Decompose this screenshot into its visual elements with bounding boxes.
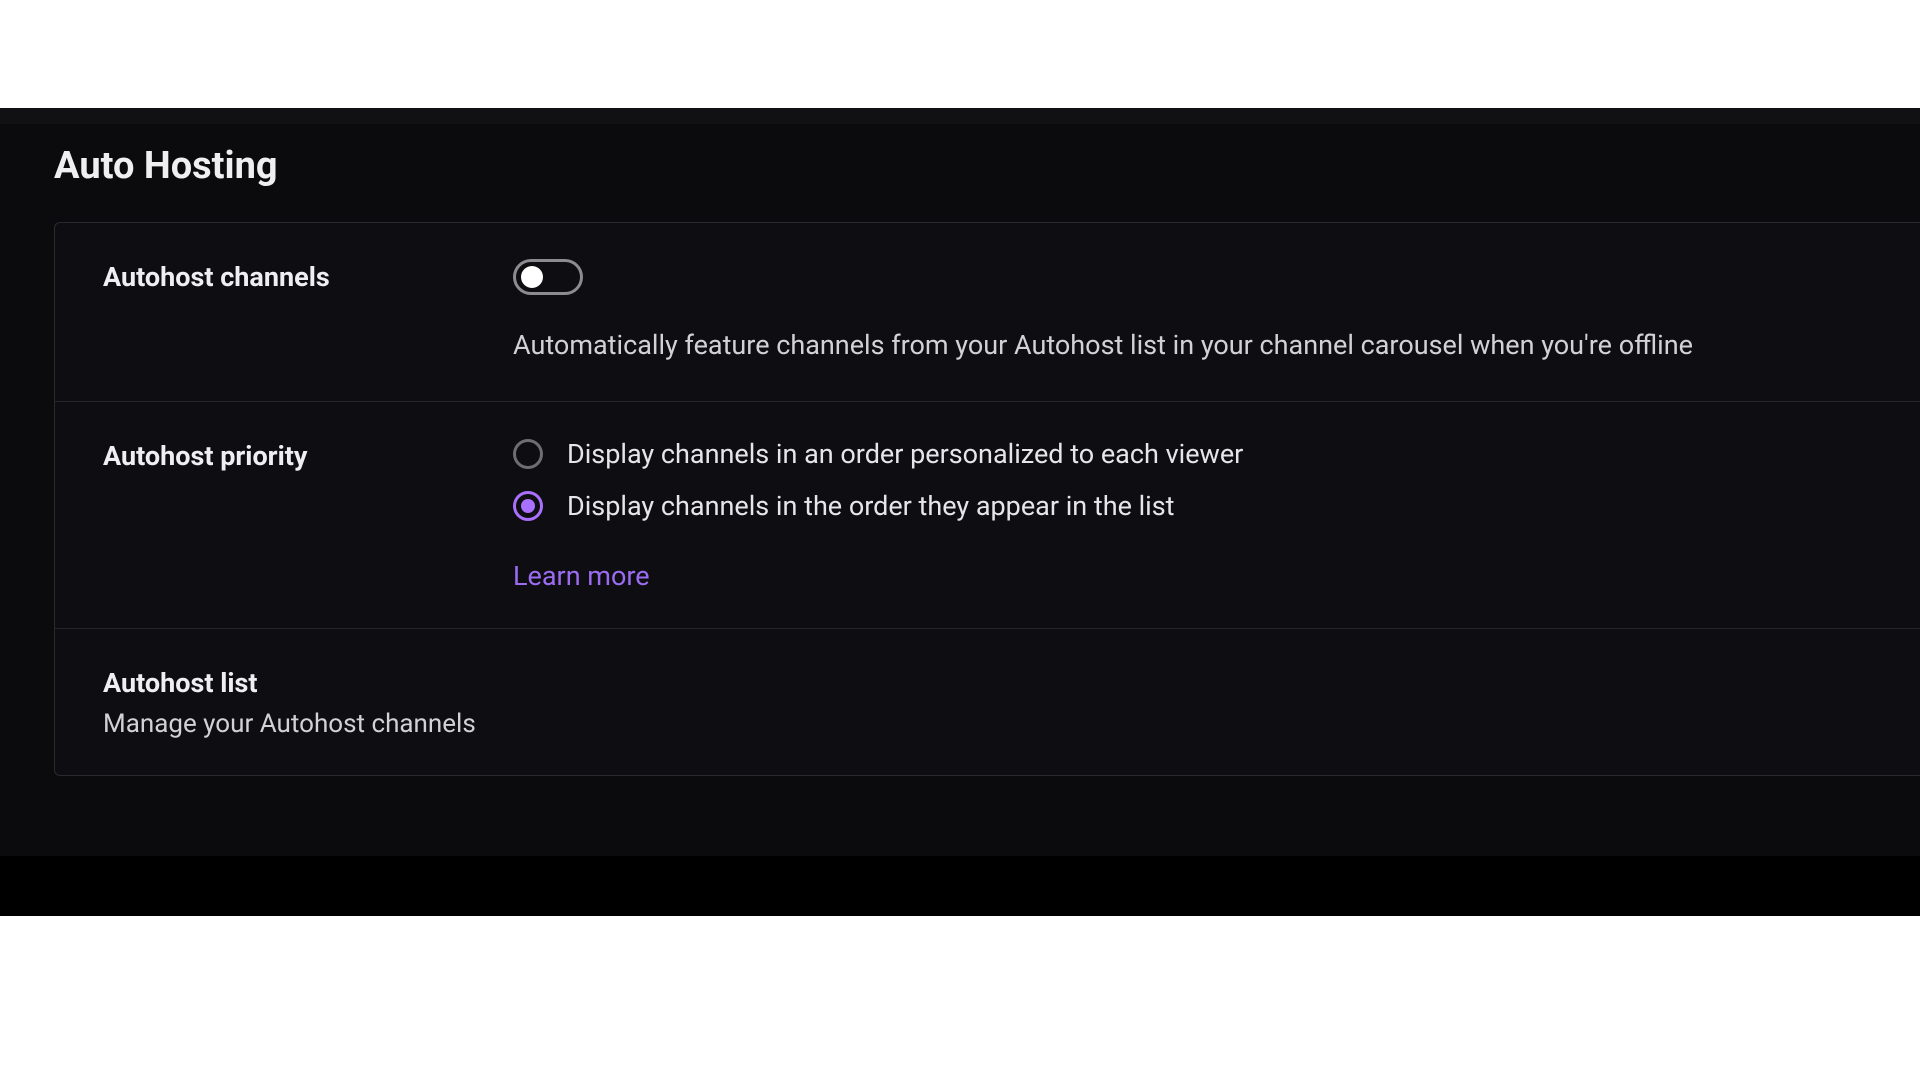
priority-option-list-order[interactable]: Display channels in the order they appea… bbox=[513, 490, 1880, 522]
top-dark-bar bbox=[0, 108, 1920, 124]
settings-panel: Autohost channels Automatically feature … bbox=[54, 222, 1920, 776]
autohost-channels-description: Automatically feature channels from your… bbox=[513, 327, 1880, 365]
autohost-priority-row: Autohost priority Display channels in an… bbox=[55, 402, 1920, 629]
radio-label: Display channels in an order personalize… bbox=[567, 438, 1243, 470]
row-label-col: Autohost priority bbox=[103, 438, 513, 592]
radio-icon bbox=[513, 491, 543, 521]
autohost-channels-toggle[interactable] bbox=[513, 259, 583, 295]
autohost-channels-label: Autohost channels bbox=[103, 259, 513, 297]
row-content: Display channels in an order personalize… bbox=[513, 438, 1880, 592]
section-title: Auto Hosting bbox=[0, 134, 1920, 222]
learn-more-link[interactable]: Learn more bbox=[513, 560, 650, 592]
autohost-priority-label: Autohost priority bbox=[103, 438, 513, 476]
autohost-list-label: Autohost list bbox=[103, 665, 476, 703]
toggle-knob bbox=[521, 266, 543, 288]
row-label-col: Autohost list Manage your Autohost chann… bbox=[103, 665, 476, 739]
autohost-list-row[interactable]: Autohost list Manage your Autohost chann… bbox=[55, 629, 1920, 775]
autohost-channels-row: Autohost channels Automatically feature … bbox=[55, 223, 1920, 402]
settings-region: Auto Hosting Autohost channels Automatic… bbox=[0, 124, 1920, 856]
priority-option-personalized[interactable]: Display channels in an order personalize… bbox=[513, 438, 1880, 470]
top-whitespace bbox=[0, 0, 1920, 108]
radio-label: Display channels in the order they appea… bbox=[567, 490, 1175, 522]
bottom-black-bar bbox=[0, 856, 1920, 916]
radio-icon bbox=[513, 439, 543, 469]
row-label-col: Autohost channels bbox=[103, 259, 513, 365]
row-content: Automatically feature channels from your… bbox=[513, 259, 1880, 365]
autohost-list-sublabel: Manage your Autohost channels bbox=[103, 709, 476, 739]
